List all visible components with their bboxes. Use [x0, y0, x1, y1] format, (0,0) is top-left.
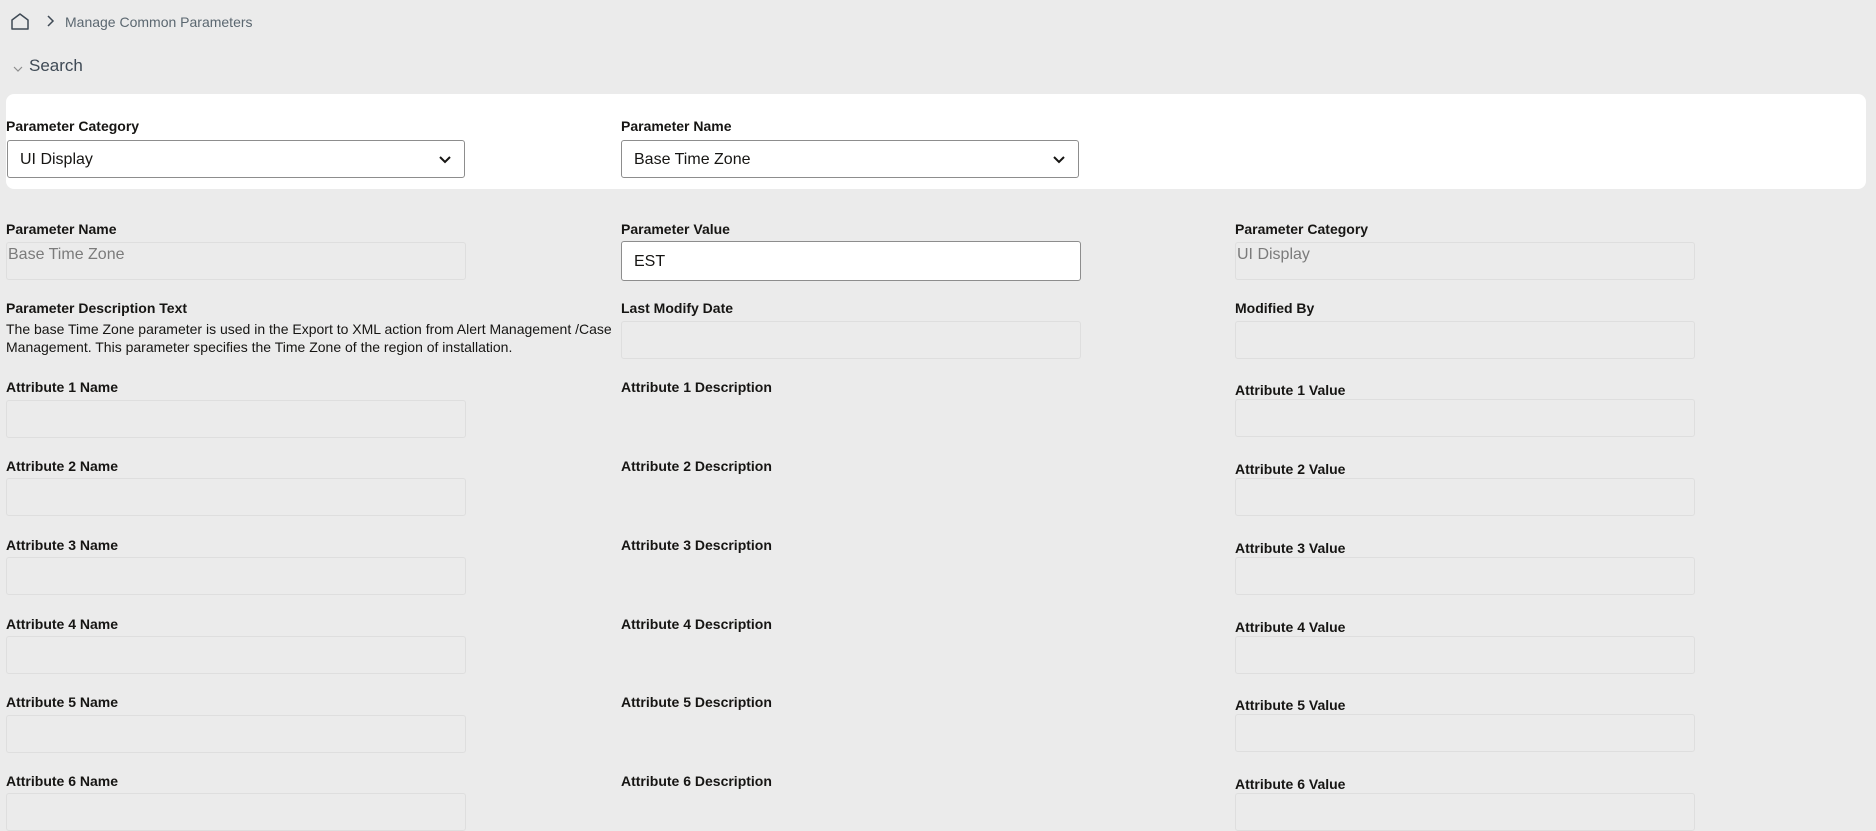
attribute-name-field — [6, 793, 466, 831]
parameter-category-select[interactable]: UI Display — [7, 140, 465, 178]
attribute-description-label: Attribute 2 Description — [621, 458, 772, 474]
param-name-field: Base Time Zone — [6, 242, 466, 280]
attribute-name-field — [6, 478, 466, 516]
attribute-name-field — [6, 400, 466, 438]
attribute-name-label: Attribute 5 Name — [6, 694, 119, 710]
attribute-value-label: Attribute 1 Value — [1235, 382, 1346, 398]
attribute-name-label: Attribute 6 Name — [6, 773, 119, 789]
parameter-category-selected: UI Display — [20, 151, 93, 168]
attribute-value-label: Attribute 4 Value — [1235, 619, 1346, 635]
attribute-name-label: Attribute 3 Name — [6, 537, 119, 553]
param-category-value: UI Display — [1237, 246, 1310, 263]
attribute-value-label: Attribute 6 Value — [1235, 776, 1346, 792]
attribute-name-field — [6, 557, 466, 595]
parameter-name-selected: Base Time Zone — [634, 151, 751, 168]
attribute-value-field — [1235, 714, 1695, 752]
chevron-down-icon[interactable] — [12, 62, 24, 74]
param-name-label: Parameter Name — [6, 221, 117, 237]
attribute-value-field — [1235, 478, 1695, 516]
attribute-value-field — [1235, 636, 1695, 674]
attribute-value-field — [1235, 793, 1695, 831]
chevron-down-icon — [438, 153, 452, 167]
attribute-name-label: Attribute 1 Name — [6, 379, 119, 395]
description-label: Parameter Description Text — [6, 300, 188, 316]
param-value-label: Parameter Value — [621, 221, 730, 237]
attribute-name-label: Attribute 4 Name — [6, 616, 119, 632]
description-text: The base Time Zone parameter is used in … — [6, 321, 612, 355]
attribute-value-label: Attribute 3 Value — [1235, 540, 1346, 556]
attribute-name-field — [6, 636, 466, 674]
attribute-value-label: Attribute 5 Value — [1235, 697, 1346, 713]
attribute-value-field — [1235, 557, 1695, 595]
param-value-input[interactable]: EST — [621, 241, 1081, 281]
param-name-value: Base Time Zone — [8, 246, 125, 263]
last-modify-label: Last Modify Date — [621, 300, 734, 316]
attribute-name-field — [6, 715, 466, 753]
attribute-value-label: Attribute 2 Value — [1235, 461, 1346, 477]
chevron-down-icon — [1052, 153, 1066, 167]
attribute-description-label: Attribute 4 Description — [621, 616, 772, 632]
modified-by-field — [1235, 321, 1695, 359]
param-category-field: UI Display — [1235, 242, 1695, 280]
chevron-right-icon — [43, 14, 57, 28]
param-value-text: EST — [634, 253, 666, 270]
attribute-value-field — [1235, 399, 1695, 437]
search-name-label: Parameter Name — [621, 118, 732, 134]
home-icon[interactable] — [10, 12, 30, 30]
attribute-description-label: Attribute 1 Description — [621, 379, 772, 395]
parameter-name-select[interactable]: Base Time Zone — [621, 140, 1079, 178]
modified-by-label: Modified By — [1235, 300, 1315, 316]
search-section-title[interactable]: Search — [29, 56, 83, 76]
param-category-label: Parameter Category — [1235, 221, 1369, 237]
search-category-label: Parameter Category — [6, 118, 140, 134]
attribute-description-label: Attribute 3 Description — [621, 537, 772, 553]
last-modify-field — [621, 321, 1081, 359]
attribute-description-label: Attribute 5 Description — [621, 694, 772, 710]
breadcrumb-current: Manage Common Parameters — [65, 14, 253, 30]
attribute-name-label: Attribute 2 Name — [6, 458, 119, 474]
attribute-description-label: Attribute 6 Description — [621, 773, 772, 789]
